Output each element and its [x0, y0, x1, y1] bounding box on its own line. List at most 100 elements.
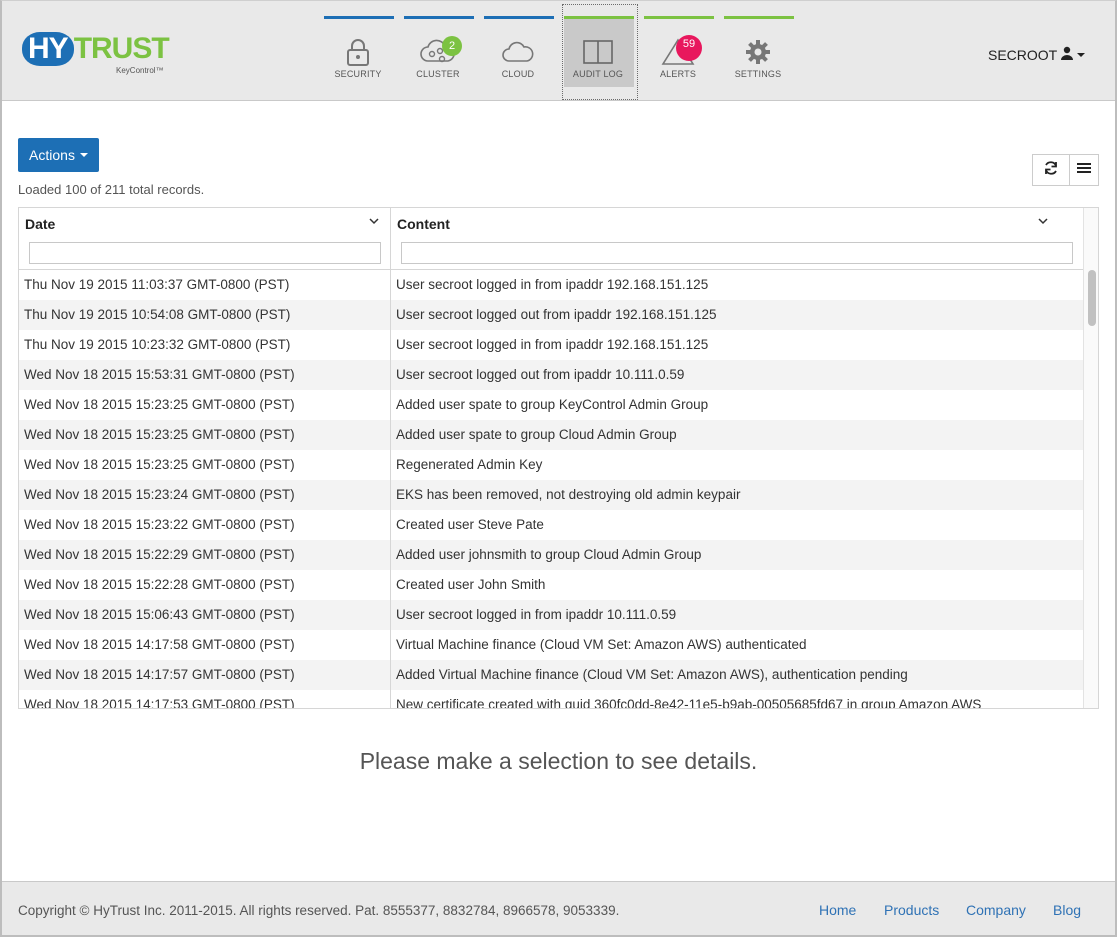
footer-link-products[interactable]: Products: [884, 902, 939, 918]
nav-audit-log[interactable]: AUDIT LOG: [558, 0, 638, 101]
cluster-icon: [398, 36, 478, 68]
nav-audit-log-bar: [564, 16, 634, 19]
content-filter-input[interactable]: [401, 242, 1073, 264]
row-date: Thu Nov 19 2015 11:03:37 GMT-0800 (PST): [19, 270, 391, 300]
nav-settings[interactable]: SETTINGS: [718, 0, 798, 101]
column-menu-button[interactable]: [1069, 154, 1099, 186]
row-content: User secroot logged in from ipaddr 192.1…: [396, 277, 709, 292]
nav-cloud-bar: [484, 16, 554, 19]
table-row[interactable]: Wed Nov 18 2015 15:23:25 GMT-0800 (PST) A…: [19, 390, 1083, 420]
logo-trust: TRUST: [73, 32, 170, 65]
footer-link-home[interactable]: Home: [819, 902, 856, 918]
nav-settings-bar: [724, 16, 794, 19]
user-menu[interactable]: SECROOT: [988, 46, 1086, 63]
row-date: Wed Nov 18 2015 15:53:31 GMT-0800 (PST): [19, 360, 391, 390]
hytrust-logo[interactable]: HY TRUST KeyControl™: [22, 32, 172, 76]
refresh-button[interactable]: [1032, 154, 1070, 186]
row-content: Added user spate to group KeyControl Adm…: [396, 397, 709, 412]
table-row[interactable]: Wed Nov 18 2015 15:23:24 GMT-0800 (PST) E…: [19, 480, 1083, 510]
row-date: Wed Nov 18 2015 15:23:24 GMT-0800 (PST): [19, 480, 391, 510]
table-row[interactable]: Wed Nov 18 2015 15:23:25 GMT-0800 (PST) A…: [19, 420, 1083, 450]
row-date: Wed Nov 18 2015 14:17:57 GMT-0800 (PST): [19, 660, 391, 690]
column-header-content[interactable]: Content: [391, 208, 1083, 270]
chevron-down-icon[interactable]: [369, 216, 379, 228]
row-content: Added user johnsmith to group Cloud Admi…: [396, 547, 702, 562]
table-row[interactable]: Wed Nov 18 2015 14:17:53 GMT-0800 (PST) N…: [19, 690, 1083, 709]
nav-cluster-label: CLUSTER: [416, 69, 460, 79]
row-date: Wed Nov 18 2015 15:06:43 GMT-0800 (PST): [19, 600, 391, 630]
row-date: Wed Nov 18 2015 15:23:25 GMT-0800 (PST): [19, 450, 391, 480]
table-row[interactable]: Thu Nov 19 2015 10:23:32 GMT-0800 (PST) U…: [19, 330, 1083, 360]
nav-alerts-label: ALERTS: [659, 69, 697, 79]
grid-scrollbar-thumb[interactable]: [1088, 270, 1096, 326]
alerts-count-badge: 59: [676, 35, 702, 61]
user-icon: [1060, 46, 1074, 63]
table-row[interactable]: Thu Nov 19 2015 10:54:08 GMT-0800 (PST) U…: [19, 300, 1083, 330]
refresh-icon: [1043, 160, 1059, 181]
row-date: Wed Nov 18 2015 14:17:58 GMT-0800 (PST): [19, 630, 391, 660]
details-empty-message: Please make a selection to see details.: [359, 748, 758, 774]
table-row[interactable]: Thu Nov 19 2015 11:03:37 GMT-0800 (PST) U…: [19, 270, 1083, 300]
page-footer: Copyright © HyTrust Inc. 2011-2015. All …: [0, 881, 1117, 937]
footer-link-blog[interactable]: Blog: [1053, 902, 1081, 918]
nav-alerts-bar: [644, 16, 714, 19]
table-row[interactable]: Wed Nov 18 2015 15:22:29 GMT-0800 (PST) A…: [19, 540, 1083, 570]
logo-wordmark: HY TRUST: [22, 32, 170, 66]
nav-settings-label: SETTINGS: [734, 69, 782, 79]
column-title-date: Date: [25, 216, 56, 232]
row-date: Wed Nov 18 2015 15:22:28 GMT-0800 (PST): [19, 570, 391, 600]
row-content: Regenerated Admin Key: [396, 457, 543, 472]
lock-icon: [318, 36, 398, 68]
nav-cluster-bar: [404, 16, 474, 19]
top-header: HYTRUST KeyControl™ SECURITY 2 CLUSTER: [0, 0, 1117, 101]
audit-log-grid: Date Content Thu Nov 19 2015 11:03:37 GM…: [18, 207, 1099, 709]
chevron-down-icon: [79, 153, 88, 157]
nav-cloud[interactable]: CLOUD: [478, 0, 558, 101]
row-content: EKS has been removed, not destroying old…: [396, 487, 741, 502]
table-row[interactable]: Wed Nov 18 2015 15:53:31 GMT-0800 (PST) U…: [19, 360, 1083, 390]
column-title-content: Content: [397, 216, 450, 232]
table-row[interactable]: Wed Nov 18 2015 15:06:43 GMT-0800 (PST) U…: [19, 600, 1083, 630]
table-row[interactable]: Wed Nov 18 2015 14:17:57 GMT-0800 (PST) A…: [19, 660, 1083, 690]
row-content: Created user Steve Pate: [396, 517, 544, 532]
row-date: Wed Nov 18 2015 15:23:25 GMT-0800 (PST): [19, 390, 391, 420]
row-date: Thu Nov 19 2015 10:23:32 GMT-0800 (PST): [19, 330, 391, 360]
logo-subtitle: KeyControl™: [116, 66, 164, 75]
row-content: User secroot logged in from ipaddr 10.11…: [396, 607, 677, 622]
nav-security[interactable]: SECURITY: [318, 0, 398, 101]
cloud-icon: [478, 36, 558, 68]
table-row[interactable]: Wed Nov 18 2015 14:17:58 GMT-0800 (PST) V…: [19, 630, 1083, 660]
row-date: Wed Nov 18 2015 15:23:22 GMT-0800 (PST): [19, 510, 391, 540]
row-content: New certificate created with guid 360fc0…: [396, 697, 982, 709]
cluster-count-badge: 2: [442, 36, 462, 56]
grid-scrollbar[interactable]: [1083, 208, 1098, 708]
table-row[interactable]: Wed Nov 18 2015 15:22:28 GMT-0800 (PST) C…: [19, 570, 1083, 600]
date-filter-input[interactable]: [29, 242, 381, 264]
table-row[interactable]: Wed Nov 18 2015 15:23:22 GMT-0800 (PST) C…: [19, 510, 1083, 540]
row-content: User secroot logged in from ipaddr 192.1…: [396, 337, 709, 352]
user-name: SECROOT: [988, 46, 1058, 63]
gear-icon: [718, 36, 798, 68]
nav-security-label: SECURITY: [334, 69, 382, 79]
row-content: Created user John Smith: [396, 577, 546, 592]
nav-alerts[interactable]: 59 ALERTS: [638, 0, 718, 101]
list-icon: [1077, 161, 1091, 179]
table-row[interactable]: Wed Nov 18 2015 15:23:25 GMT-0800 (PST) R…: [19, 450, 1083, 480]
row-date: Wed Nov 18 2015 14:17:53 GMT-0800 (PST): [19, 690, 391, 708]
row-content: User secroot logged out from ipaddr 192.…: [396, 307, 717, 322]
book-icon: [558, 36, 638, 68]
row-content: Virtual Machine finance (Cloud VM Set: A…: [396, 637, 807, 652]
chevron-down-icon[interactable]: [1038, 216, 1048, 228]
row-date: Wed Nov 18 2015 15:22:29 GMT-0800 (PST): [19, 540, 391, 570]
chevron-down-icon: [1077, 52, 1086, 57]
nav-audit-log-label: AUDIT LOG: [572, 69, 624, 79]
row-date: Thu Nov 19 2015 10:54:08 GMT-0800 (PST): [19, 300, 391, 330]
copyright-text: Copyright © HyTrust Inc. 2011-2015. All …: [18, 903, 620, 918]
nav-cluster[interactable]: 2 CLUSTER: [398, 0, 478, 101]
nav-security-bar: [324, 16, 394, 19]
row-date: Wed Nov 18 2015 15:23:25 GMT-0800 (PST): [19, 420, 391, 450]
footer-link-company[interactable]: Company: [966, 902, 1026, 918]
logo-hy: HY: [22, 32, 74, 66]
column-header-date[interactable]: Date: [19, 208, 391, 270]
actions-button[interactable]: Actions: [18, 138, 99, 172]
